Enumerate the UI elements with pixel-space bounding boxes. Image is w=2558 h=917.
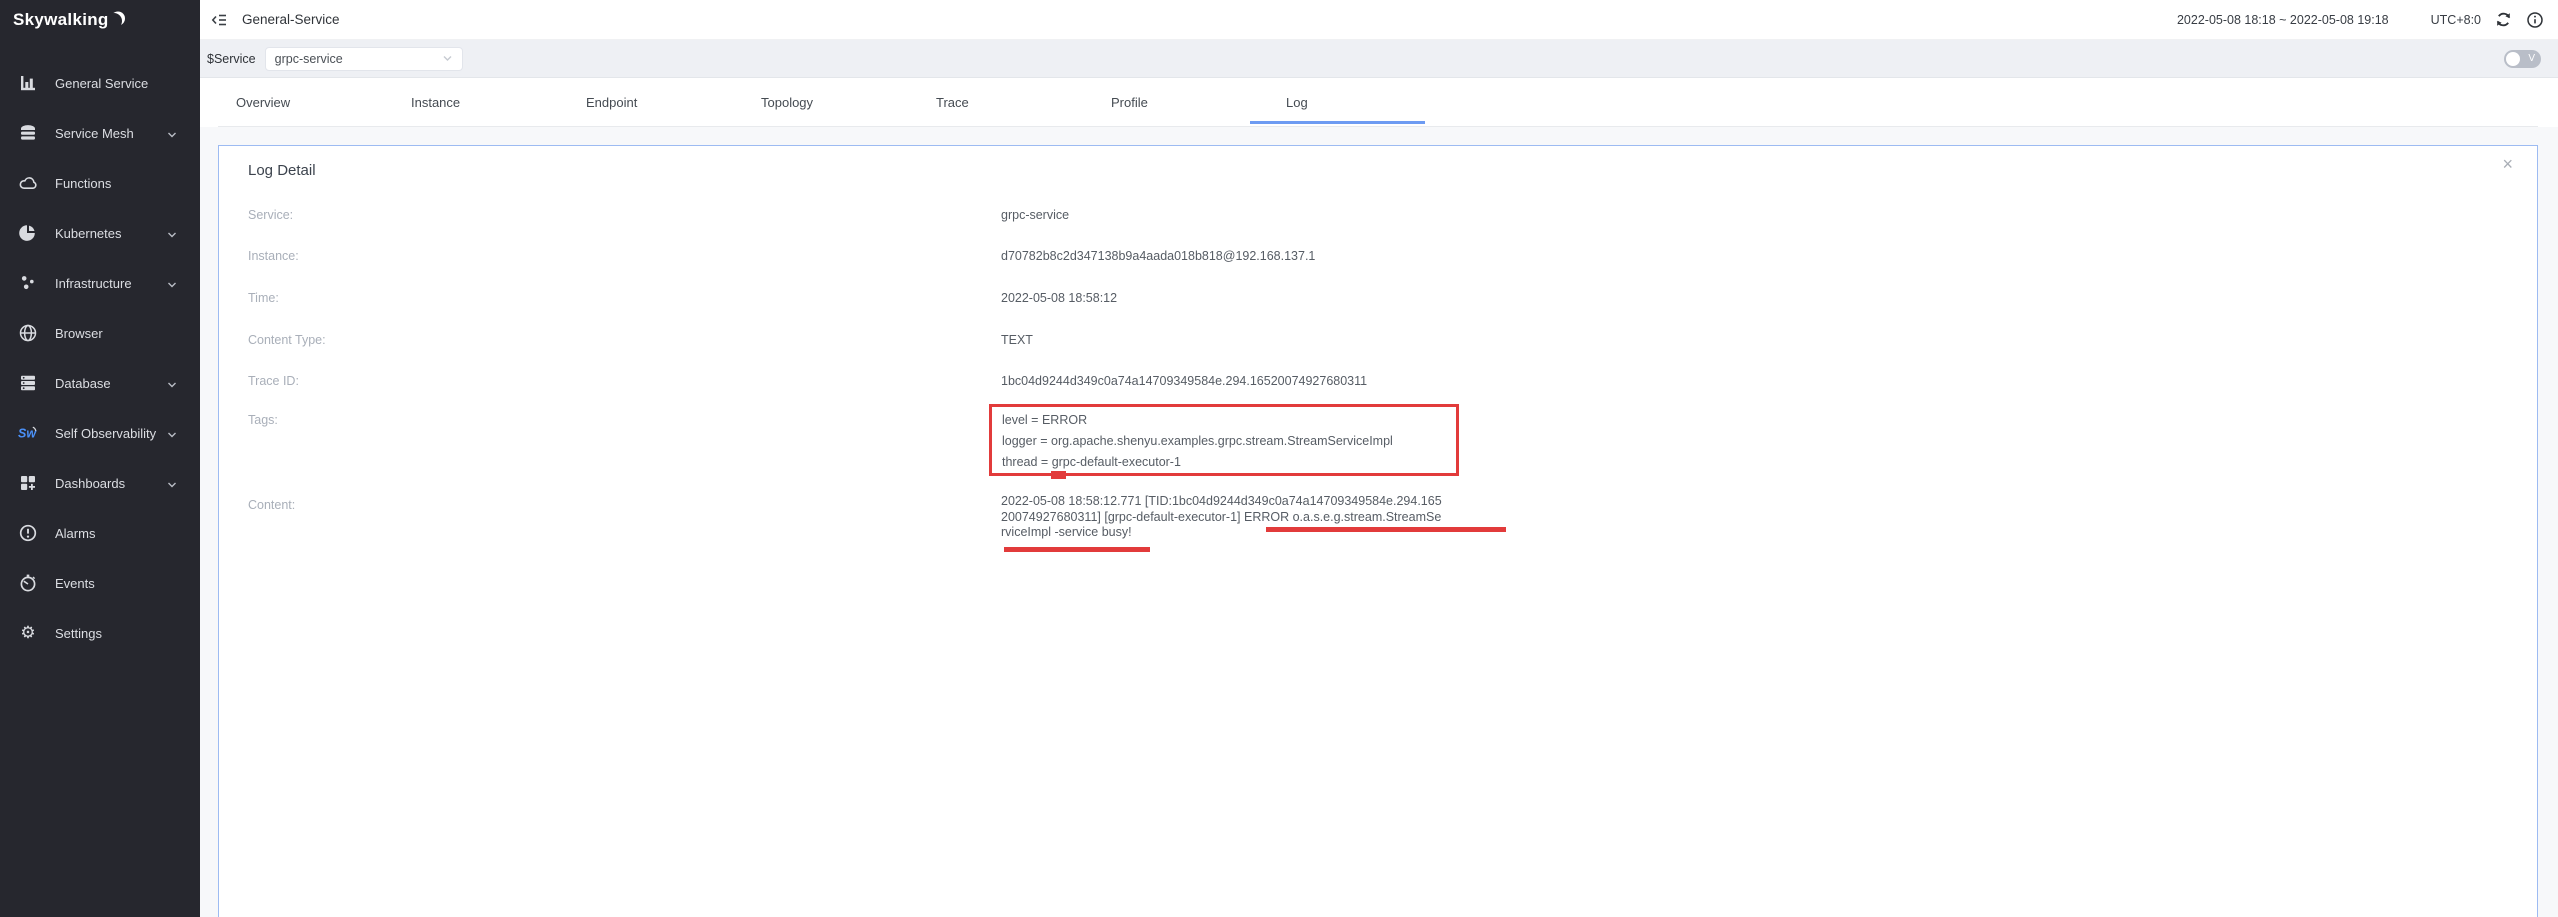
bar-chart-icon [18, 73, 38, 93]
sidebar-item-general-service[interactable]: General Service [0, 58, 200, 108]
gear-icon: ⚙ [18, 623, 38, 643]
sidebar-item-kubernetes[interactable]: Kubernetes [0, 208, 200, 258]
field-value-instance: d70782b8c2d347138b9a4aada018b818@192.168… [1001, 249, 1315, 263]
sidebar: Skywalking General Service Ser [0, 0, 200, 917]
log-content: 2022-05-08 18:58:12.771 [TID:1bc04d9244d… [1001, 494, 1442, 541]
red-tick-annotation [1051, 471, 1066, 479]
toggle-label: V [2528, 50, 2535, 68]
pie-chart-icon [18, 223, 38, 243]
toggle-knob [2506, 52, 2520, 66]
red-underline-annotation [1266, 527, 1506, 532]
app-logo[interactable]: Skywalking [13, 10, 126, 30]
sidebar-item-label: General Service [55, 76, 148, 91]
sidebar-item-label: Dashboards [55, 476, 125, 491]
sidebar-item-label: Browser [55, 326, 103, 341]
sidebar-item-label: Settings [55, 626, 102, 641]
sidebar-item-functions[interactable]: Functions [0, 158, 200, 208]
log-detail-panel: Log Detail × Service: grpc-service Insta… [218, 145, 2538, 917]
sidebar-item-alarms[interactable]: Alarms [0, 508, 200, 558]
dots-icon [18, 273, 38, 293]
field-label-content: Content: [248, 498, 295, 512]
alert-icon [18, 523, 38, 543]
tab-endpoint[interactable]: Endpoint [550, 78, 725, 127]
tabs-bar: Overview Instance Endpoint Topology Trac… [200, 78, 2558, 127]
red-underline-annotation [1004, 547, 1150, 552]
log-content-line: 20074927680311] [grpc-default-executor-1… [1001, 510, 1442, 526]
field-label-time: Time: [248, 291, 279, 305]
tab-topology[interactable]: Topology [725, 78, 900, 127]
chevron-down-icon [442, 53, 453, 64]
main-area: General-Service 2022-05-08 18:18 ~ 2022-… [200, 0, 2558, 917]
sidebar-item-label: Events [55, 576, 95, 591]
tab-instance[interactable]: Instance [375, 78, 550, 127]
tag-line: thread = grpc-default-executor-1 [1002, 452, 1446, 473]
service-select-value: grpc-service [275, 52, 442, 66]
sidebar-item-label: Functions [55, 176, 111, 191]
sidebar-item-events[interactable]: Events [0, 558, 200, 608]
timezone-setting[interactable]: UTC+8:0 [2431, 13, 2481, 27]
field-label-instance: Instance: [248, 249, 299, 263]
log-content-line: 2022-05-08 18:58:12.771 [TID:1bc04d9244d… [1001, 494, 1442, 510]
tag-line: level = ERROR [1002, 410, 1446, 431]
field-label-service: Service: [248, 208, 293, 222]
tabs-divider [218, 126, 2538, 127]
sidebar-item-self-observability[interactable]: Sw Self Observability [0, 408, 200, 458]
panel-title: Log Detail [248, 162, 316, 179]
field-label-tags: Tags: [248, 413, 278, 427]
service-select[interactable]: grpc-service [265, 47, 463, 71]
variables-bar: $Service grpc-service V [200, 40, 2558, 78]
globe-icon [18, 323, 38, 343]
field-label-content-type: Content Type: [248, 333, 326, 347]
page-title: General-Service [242, 12, 340, 27]
sidebar-item-label: Infrastructure [55, 276, 132, 291]
chevron-down-icon [167, 228, 177, 243]
sidebar-item-label: Self Observability [55, 426, 156, 441]
sidebar-item-dashboards[interactable]: Dashboards [0, 458, 200, 508]
tab-profile[interactable]: Profile [1075, 78, 1250, 127]
sidebar-item-label: Database [55, 376, 111, 391]
sidebar-menu: General Service Service Mesh Functions [0, 58, 200, 658]
server-icon [18, 373, 38, 393]
version-toggle[interactable]: V [2504, 50, 2541, 68]
time-range-picker[interactable]: 2022-05-08 18:18 ~ 2022-05-08 19:18 [2177, 13, 2389, 27]
tag-line: logger = org.apache.shenyu.examples.grpc… [1002, 431, 1446, 452]
sidebar-item-label: Service Mesh [55, 126, 134, 141]
chevron-down-icon [167, 478, 177, 493]
sw-logo-icon: Sw [18, 423, 38, 443]
tab-log[interactable]: Log [1250, 78, 1425, 127]
field-value-service: grpc-service [1001, 208, 1069, 222]
field-value-time: 2022-05-08 18:58:12 [1001, 291, 1117, 305]
top-header: General-Service 2022-05-08 18:18 ~ 2022-… [200, 0, 2558, 40]
field-label-trace-id: Trace ID: [248, 374, 299, 388]
sidebar-item-label: Alarms [55, 526, 95, 541]
crescent-moon-icon [111, 10, 126, 27]
sidebar-item-database[interactable]: Database [0, 358, 200, 408]
sidebar-item-label: Kubernetes [55, 226, 122, 241]
close-icon[interactable]: × [2502, 155, 2513, 173]
info-icon[interactable] [2525, 10, 2545, 30]
sidebar-item-infrastructure[interactable]: Infrastructure [0, 258, 200, 308]
cloud-icon [18, 173, 38, 193]
layers-icon [18, 123, 38, 143]
tags-annotation-box: level = ERROR logger = org.apache.shenyu… [989, 404, 1459, 476]
sidebar-item-browser[interactable]: Browser [0, 308, 200, 358]
sidebar-item-service-mesh[interactable]: Service Mesh [0, 108, 200, 158]
chevron-down-icon [167, 428, 177, 443]
field-value-content-type: TEXT [1001, 333, 1033, 347]
tab-overview[interactable]: Overview [200, 78, 375, 127]
collapse-sidebar-icon[interactable] [209, 10, 229, 30]
service-variable-label: $Service [207, 52, 256, 66]
app-logo-text: Skywalking [13, 10, 109, 30]
chevron-down-icon [167, 128, 177, 143]
sidebar-item-settings[interactable]: ⚙ Settings [0, 608, 200, 658]
timer-icon [18, 573, 38, 593]
field-value-trace-id: 1bc04d9244d349c0a74a14709349584e.294.165… [1001, 374, 1367, 388]
tab-trace[interactable]: Trace [900, 78, 1075, 127]
chevron-down-icon [167, 378, 177, 393]
refresh-icon[interactable] [2493, 10, 2513, 30]
grid-plus-icon [18, 473, 38, 493]
chevron-down-icon [167, 278, 177, 293]
